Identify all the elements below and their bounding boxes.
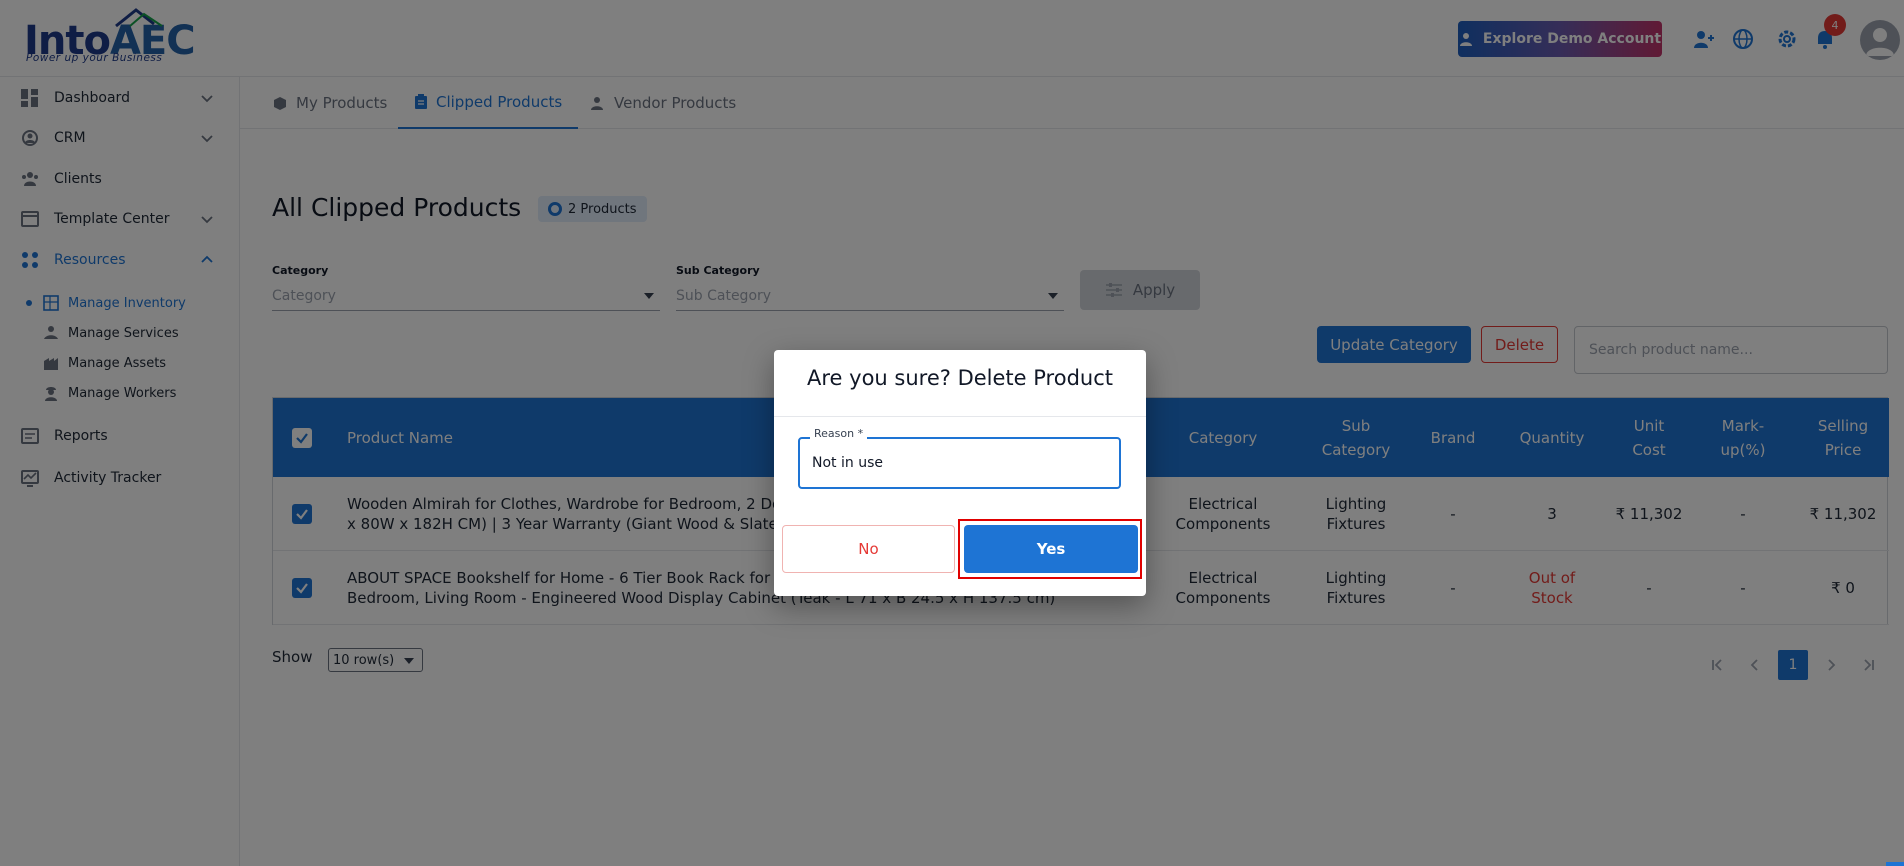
- dialog-divider: [774, 416, 1146, 417]
- reason-label: Reason *: [810, 427, 868, 440]
- no-button[interactable]: No: [782, 525, 955, 573]
- dialog-title: Are you sure? Delete Product: [807, 366, 1113, 390]
- reason-value: Not in use: [812, 455, 883, 471]
- yes-button-highlight: [958, 519, 1142, 579]
- corner-accent: [1886, 862, 1904, 866]
